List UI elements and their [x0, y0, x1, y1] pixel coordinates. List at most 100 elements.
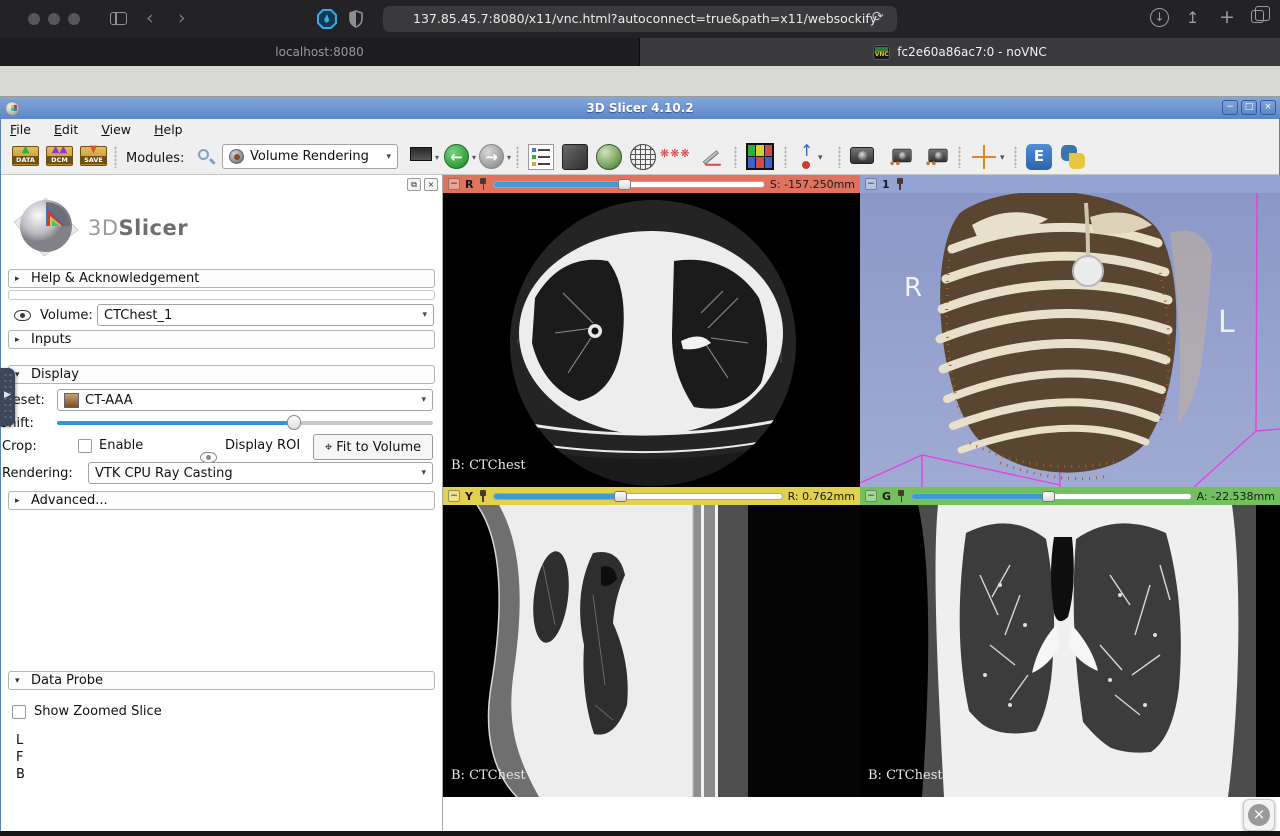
volume-combobox[interactable]: CTChest_1 ▾ [97, 304, 434, 326]
module-back-button[interactable]: ←▾ [444, 144, 469, 169]
fit-to-volume-button[interactable]: ⌖ Fit to Volume [313, 434, 433, 460]
red-slice-offset: S: -157.250mm [770, 178, 855, 191]
volume-label: Volume: [40, 308, 93, 323]
tab-overview-icon[interactable] [1251, 10, 1264, 23]
pushpin-icon[interactable] [478, 178, 488, 190]
crosshair-button[interactable] [972, 145, 996, 169]
yellow-collapse-button[interactable]: − [448, 490, 460, 502]
red-slice-slider-handle[interactable] [618, 179, 631, 190]
place-fiducial-button[interactable]: ↑ [798, 144, 814, 170]
novnc-handle-arrow-icon: ▶ [4, 390, 11, 400]
downloads-icon[interactable]: ↓ [1150, 8, 1169, 27]
scene-view-capture-button[interactable] [892, 149, 911, 163]
scene-view-restore-button[interactable] [928, 149, 947, 163]
green-slice-view[interactable]: B: CTChest [860, 505, 1280, 797]
novnc-control-handle[interactable]: ▶ [0, 368, 15, 426]
window-minimize-button[interactable] [48, 13, 60, 25]
help-acknowledgement-section[interactable]: ▸ Help & Acknowledgement [8, 269, 435, 288]
volume-visibility-eye-icon[interactable] [14, 310, 31, 321]
content-blocker-shield-icon[interactable] [316, 8, 338, 30]
slicer-titlebar[interactable]: 3D Slicer 4.10.2 [0, 97, 1280, 119]
red-slice-slider[interactable] [493, 179, 764, 190]
advanced-label: Advanced... [31, 493, 108, 508]
show-zoomed-slice-checkbox[interactable] [12, 705, 26, 719]
yellow-view-letter: Y [465, 490, 473, 503]
rendering-combobox[interactable]: VTK CPU Ray Casting ▾ [88, 462, 433, 484]
volumes-module-button[interactable] [562, 144, 588, 170]
window-title: 3D Slicer 4.10.2 [0, 101, 1280, 115]
panel-close-button[interactable]: × [424, 178, 438, 191]
module-forward-button[interactable]: →▾ [479, 144, 504, 169]
inputs-section[interactable]: ▸ Inputs [8, 330, 435, 349]
preset-value: CT-AAA [85, 393, 133, 408]
data-probe-section[interactable]: ▾ Data Probe [8, 671, 435, 690]
shift-slider-handle[interactable] [287, 415, 301, 430]
menu-view[interactable]: View [92, 120, 140, 137]
slicer-maximize-button[interactable]: □ [1241, 100, 1257, 115]
module-search-icon[interactable] [198, 149, 209, 160]
panel-undock-button[interactable]: ⧉ [407, 178, 421, 191]
slicer-close-button[interactable]: × [1260, 100, 1276, 115]
markups-module-button[interactable]: ❋❋❋ [660, 148, 686, 174]
pushpin-icon[interactable] [895, 178, 905, 190]
data-module-button[interactable] [528, 144, 554, 170]
reload-icon[interactable]: ⟳ [872, 9, 884, 25]
new-tab-icon[interactable]: + [1219, 6, 1235, 28]
yellow-volume-label: B: CTChest [451, 768, 526, 783]
sidebar-toggle-icon[interactable] [110, 12, 127, 25]
yellow-slice-view[interactable]: B: CTChest [443, 505, 860, 797]
module-history-button[interactable]: ▾ [410, 147, 432, 161]
threed-collapse-button[interactable]: − [865, 178, 877, 190]
threed-view[interactable]: R L [860, 193, 1280, 487]
dicom-button[interactable]: ▲▲ DCM [46, 146, 73, 166]
slicer-logo-text: 3DSlicer [88, 216, 188, 240]
tab-novnc-label: fc2e60a86ac7:0 - noVNC [897, 45, 1046, 59]
save-button[interactable]: ▼ SAVE [80, 146, 107, 166]
green-slice-slider-handle[interactable] [1042, 491, 1055, 502]
green-collapse-button[interactable]: − [865, 490, 877, 502]
menu-edit[interactable]: Edit [45, 120, 87, 137]
display-section[interactable]: ▾ Display [8, 365, 435, 384]
screenshot-button[interactable] [850, 147, 874, 164]
menu-file[interactable]: File [1, 120, 40, 137]
vnc-favicon: VNC [873, 45, 890, 60]
crosshair-dropdown-icon[interactable]: ▾ [1000, 153, 1005, 163]
share-icon[interactable]: ↥ [1186, 8, 1199, 27]
back-icon[interactable]: ‹ [146, 8, 154, 28]
extensions-manager-button[interactable]: E [1026, 144, 1052, 170]
red-collapse-button[interactable]: − [448, 178, 460, 190]
forward-icon[interactable]: › [178, 8, 186, 28]
yellow-slice-slider-handle[interactable] [614, 491, 627, 502]
volume-value: CTChest_1 [104, 308, 172, 323]
menu-help[interactable]: Help [145, 120, 192, 137]
transforms-module-button[interactable] [630, 144, 656, 170]
crop-enable-checkbox[interactable] [78, 439, 92, 453]
novnc-close-button[interactable]: × [1243, 799, 1275, 831]
tab-localhost[interactable]: localhost:8080 [0, 38, 640, 66]
advanced-section[interactable]: ▸ Advanced... [8, 491, 435, 510]
window-close-button[interactable] [28, 13, 40, 25]
place-fiducial-dropdown-icon[interactable]: ▾ [818, 153, 823, 163]
green-slice-slider[interactable] [911, 491, 1192, 502]
address-bar[interactable]: 137.85.45.7:8080/x11/vnc.html?autoconnec… [383, 6, 897, 32]
shift-slider[interactable] [57, 415, 433, 431]
x11-taskbar: 3D Slicer 4.10.2 [0, 66, 1280, 97]
display-roi-label: Display ROI [225, 438, 300, 453]
red-slice-view[interactable]: B: CTChest [443, 193, 860, 487]
layout-selector-button[interactable] [746, 143, 774, 170]
tab-novnc[interactable]: VNC fc2e60a86ac7:0 - noVNC [640, 38, 1280, 66]
pushpin-icon[interactable] [478, 490, 488, 502]
privacy-shield-icon[interactable] [348, 10, 364, 28]
window-zoom-button[interactable] [68, 13, 80, 25]
module-selector-combobox[interactable]: Volume Rendering ▾ [222, 144, 398, 169]
preset-combobox[interactable]: CT-AAA ▾ [57, 389, 433, 411]
load-data-button[interactable]: ▲ DATA [12, 146, 39, 166]
pushpin-icon[interactable] [896, 490, 906, 502]
python-console-button[interactable] [1060, 144, 1086, 170]
models-module-button[interactable] [596, 144, 622, 170]
slicer-minimize-button[interactable]: − [1222, 100, 1238, 115]
chevron-down-icon: ▾ [422, 310, 427, 320]
green-slice-offset: A: -22.538mm [1197, 490, 1275, 503]
orientation-marker-r: R [904, 273, 922, 303]
yellow-slice-slider[interactable] [493, 491, 783, 502]
